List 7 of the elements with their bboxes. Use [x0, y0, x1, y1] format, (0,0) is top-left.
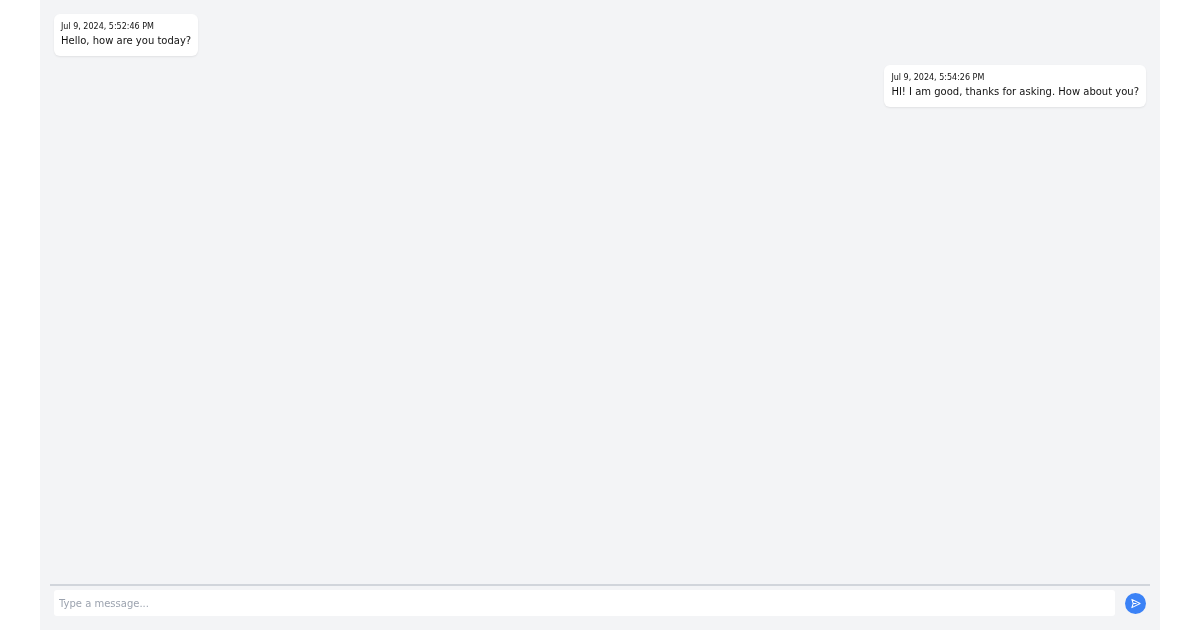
message-text: Hello, how are you today? — [61, 34, 192, 48]
message-input-field[interactable]: Type a message... — [54, 590, 1115, 616]
message-timestamp: Jul 9, 2024, 5:54:26 PM — [891, 73, 986, 83]
send-button[interactable] — [1125, 592, 1146, 614]
message-text: HI! I am good, thanks for asking. How about you? — [891, 85, 1139, 99]
message-timestamp: Jul 9, 2024, 5:52:46 PM — [61, 22, 155, 32]
send-icon — [1130, 597, 1141, 609]
